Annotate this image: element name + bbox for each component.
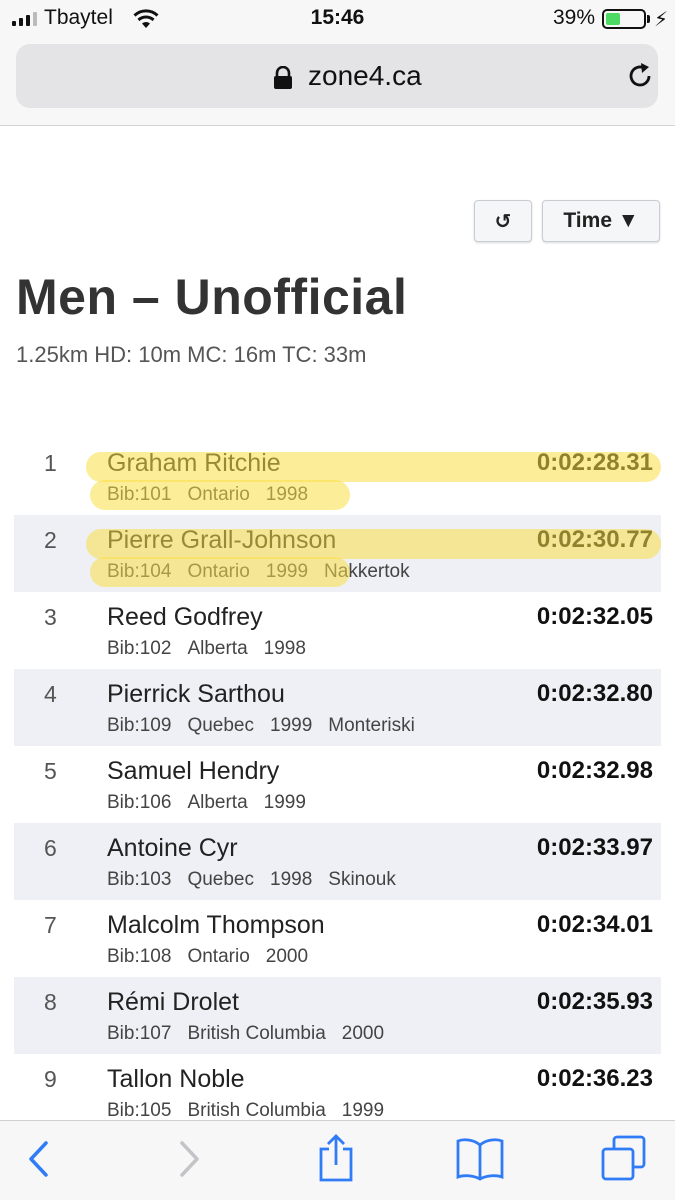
finish-time: 0:02:32.80: [536, 680, 653, 707]
result-row[interactable]: 8 Rémi Drolet Bib:107 British Columbia 2000 0…: [14, 977, 661, 1054]
athlete-details: Bib:105 British Columbia 1999: [107, 1100, 384, 1122]
result-rank: 5: [44, 758, 57, 784]
birth-year: 1999: [341, 1100, 385, 1121]
province: Alberta: [187, 792, 248, 813]
athlete-details: Bib:103 Quebec 1998 Skinouk: [107, 869, 396, 891]
battery-icon: [602, 9, 646, 29]
bib-number: Bib:107: [107, 1023, 172, 1044]
bib-number: Bib:105: [107, 1100, 172, 1121]
browser-address-bar: zone4.ca: [0, 40, 675, 126]
result-row[interactable]: 6 Antoine Cyr Bib:103 Quebec 1998 Skinouk 0:02…: [14, 823, 661, 900]
province: Ontario: [187, 561, 250, 582]
back-icon[interactable]: [26, 1139, 52, 1179]
birth-year: 1998: [263, 638, 306, 659]
battery-percentage: 39%: [553, 6, 596, 29]
athlete-name: Antoine Cyr: [107, 834, 238, 862]
club: Nakkertok: [324, 561, 410, 582]
result-rank: 1: [44, 450, 57, 476]
bib-number: Bib:101: [107, 484, 172, 505]
athlete-details: Bib:108 Ontario 2000: [107, 946, 308, 968]
bib-number: Bib:109: [107, 715, 172, 736]
page-title: Men – Unofficial: [16, 269, 408, 325]
athlete-name: Tallon Noble: [107, 1065, 245, 1093]
province: Quebec: [187, 715, 254, 736]
url-field[interactable]: zone4.ca: [16, 44, 658, 108]
result-rank: 2: [44, 527, 57, 553]
athlete-details: Bib:109 Quebec 1999 Monteriski: [107, 715, 415, 737]
athlete-name: Rémi Drolet: [107, 988, 239, 1016]
bib-number: Bib:104: [107, 561, 172, 582]
finish-time: 0:02:36.23: [536, 1065, 653, 1092]
result-row[interactable]: 7 Malcolm Thompson Bib:108 Ontario 2000 0:02:…: [14, 900, 661, 977]
race-details: 1.25km HD: 10m MC: 16m TC: 33m: [16, 342, 367, 367]
finish-time: 0:02:34.01: [536, 911, 653, 938]
province: British Columbia: [187, 1100, 326, 1121]
athlete-name: Pierrick Sarthou: [107, 680, 285, 708]
finish-time: 0:02:30.77: [536, 526, 653, 553]
result-row[interactable]: 2 Pierre Grall-Johnson Bib:104 Ontario 1999 N…: [14, 515, 661, 592]
share-icon[interactable]: [316, 1133, 356, 1183]
athlete-name: Pierre Grall-Johnson: [107, 526, 337, 554]
athlete-name: Graham Ritchie: [107, 449, 281, 477]
charging-icon: ⚡︎: [654, 9, 669, 31]
results-list: 1 Graham Ritchie Bib:101 Ontario 1998 0:02:28…: [14, 438, 661, 1131]
province: Quebec: [187, 869, 254, 890]
athlete-details: Bib:107 British Columbia 2000: [107, 1023, 384, 1045]
bib-number: Bib:102: [107, 638, 172, 659]
athlete-details: Bib:102 Alberta 1998: [107, 638, 306, 660]
bib-number: Bib:103: [107, 869, 172, 890]
result-rank: 9: [44, 1066, 57, 1092]
lock-icon: [274, 66, 292, 89]
province: Alberta: [187, 638, 248, 659]
result-rank: 8: [44, 989, 57, 1015]
tabs-icon[interactable]: [600, 1135, 648, 1183]
forward-icon[interactable]: [176, 1139, 202, 1179]
url-text: zone4.ca: [308, 60, 422, 91]
finish-time: 0:02:32.98: [536, 757, 653, 784]
battery-level: [606, 13, 620, 25]
reload-icon[interactable]: [625, 61, 655, 91]
athlete-details: Bib:106 Alberta 1999: [107, 792, 306, 814]
club: Monteriski: [328, 715, 415, 736]
result-row[interactable]: 5 Samuel Hendry Bib:106 Alberta 1999 0:02:32.…: [14, 746, 661, 823]
athlete-name: Samuel Hendry: [107, 757, 280, 785]
result-rank: 6: [44, 835, 57, 861]
athlete-details: Bib:104 Ontario 1999 Nakkertok: [107, 561, 410, 583]
athlete-details: Bib:101 Ontario 1998: [107, 484, 308, 506]
browser-toolbar: [0, 1120, 675, 1200]
refresh-results-button[interactable]: ↺: [474, 200, 532, 242]
finish-time: 0:02:35.93: [536, 988, 653, 1015]
bib-number: Bib:108: [107, 946, 172, 967]
province: Ontario: [187, 484, 250, 505]
birth-year: 2000: [341, 1023, 385, 1044]
bookmarks-icon[interactable]: [455, 1137, 505, 1181]
finish-time: 0:02:32.05: [536, 603, 653, 630]
finish-time: 0:02:28.31: [536, 449, 653, 476]
athlete-name: Reed Godfrey: [107, 603, 263, 631]
sort-by-dropdown[interactable]: Time ▼: [542, 200, 660, 242]
status-bar: Tbaytel 15:46 39% ⚡︎: [0, 0, 675, 40]
athlete-name: Malcolm Thompson: [107, 911, 325, 939]
club: Skinouk: [328, 869, 396, 890]
result-row[interactable]: 1 Graham Ritchie Bib:101 Ontario 1998 0:02:28…: [14, 438, 661, 515]
result-row[interactable]: 3 Reed Godfrey Bib:102 Alberta 1998 0:02:32.0…: [14, 592, 661, 669]
result-rank: 3: [44, 604, 57, 630]
birth-year: 1999: [265, 561, 309, 582]
battery-tip: [647, 15, 650, 23]
finish-time: 0:02:33.97: [536, 834, 653, 861]
province: British Columbia: [187, 1023, 326, 1044]
result-rank: 7: [44, 912, 57, 938]
result-rank: 4: [44, 681, 57, 707]
province: Ontario: [187, 946, 250, 967]
result-row[interactable]: 4 Pierrick Sarthou Bib:109 Quebec 1999 Monter…: [14, 669, 661, 746]
birth-year: 1999: [270, 715, 313, 736]
bib-number: Bib:106: [107, 792, 172, 813]
birth-year: 1998: [265, 484, 309, 505]
birth-year: 2000: [265, 946, 309, 967]
birth-year: 1998: [270, 869, 313, 890]
birth-year: 1999: [263, 792, 306, 813]
